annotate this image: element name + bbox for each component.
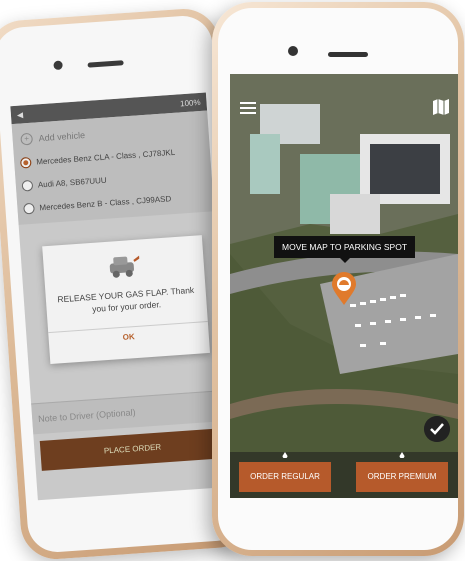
order-regular-label: ORDER REGULAR <box>250 472 320 481</box>
status-text: 100% <box>179 97 201 108</box>
vehicle-label: Mercedes Benz CLA - Class , CJ78JKL <box>35 147 176 167</box>
front-phone-body: MOVE MAP TO PARKING SPOT ORDER REGULAR O… <box>218 8 458 550</box>
vehicle-list: + Add vehicle Mercedes Benz CLA - Class … <box>11 110 215 225</box>
tooltip: MOVE MAP TO PARKING SPOT <box>274 236 416 263</box>
vehicle-label: Audi A8, SB67UUU <box>37 175 107 190</box>
order-regular-button[interactable]: ORDER REGULAR <box>239 452 331 492</box>
back-screen: ◀ 100% + Add vehicle Mercedes Benz CLA -… <box>10 92 234 501</box>
car-fuel-icon <box>109 255 140 278</box>
location-pin-icon[interactable] <box>331 272 357 306</box>
vehicle-label: Mercedes Benz B - Class , CJ99ASD <box>39 194 172 213</box>
order-premium-label: ORDER PREMIUM <box>367 472 437 481</box>
front-phone: MOVE MAP TO PARKING SPOT ORDER REGULAR O… <box>212 2 464 556</box>
place-order-button[interactable]: PLACE ORDER <box>39 428 226 471</box>
back-arrow-icon[interactable]: ◀ <box>17 110 24 119</box>
radio-selected-icon[interactable] <box>19 156 32 169</box>
map-icon[interactable] <box>432 98 450 116</box>
map-screen: MOVE MAP TO PARKING SPOT ORDER REGULAR O… <box>230 74 458 498</box>
fuel-drop-icon <box>282 452 288 458</box>
speaker <box>328 52 368 57</box>
add-vehicle-label: Add vehicle <box>38 130 86 144</box>
add-icon: + <box>20 132 34 146</box>
order-premium-button[interactable]: ORDER PREMIUM <box>356 452 448 492</box>
note-to-driver-input[interactable]: Note to Driver (Optional) <box>31 389 229 435</box>
radio-icon[interactable] <box>23 202 35 215</box>
speaker <box>87 60 124 68</box>
modal-message: RELEASE YOUR GAS FLAP. Thank you for you… <box>57 284 195 314</box>
confirmation-modal: RELEASE YOUR GAS FLAP. Thank you for you… <box>42 235 211 365</box>
menu-icon[interactable] <box>240 102 256 114</box>
radio-icon[interactable] <box>21 179 34 192</box>
camera <box>53 60 63 71</box>
back-phone-body: ◀ 100% + Add vehicle Mercedes Benz CLA -… <box>0 14 248 554</box>
checkmark-icon[interactable] <box>424 416 450 442</box>
fuel-drop-icon <box>399 452 405 458</box>
camera <box>288 46 298 56</box>
